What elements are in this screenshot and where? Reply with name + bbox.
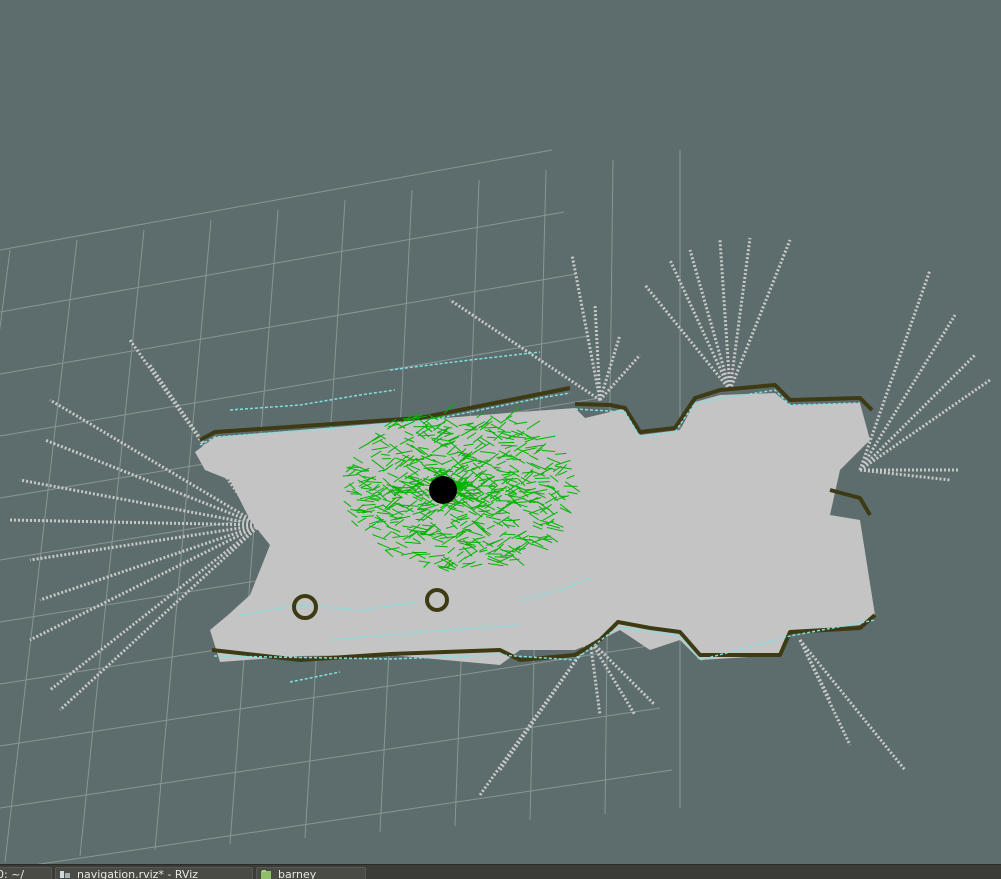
map-canvas[interactable] (0, 0, 1001, 864)
taskbar-item-terminal[interactable]: 0: ~/ (0, 867, 52, 879)
taskbar-item-rviz-label: navigation.rviz* - RViz (77, 868, 198, 879)
grid-line (0, 708, 660, 808)
laser-ray (590, 640, 600, 715)
particle-arrow (487, 437, 496, 438)
grid-line (0, 274, 576, 374)
particle-arrow (495, 557, 508, 558)
particle-arrow (498, 432, 511, 433)
laser-ray (50, 525, 260, 690)
laser-ray (20, 480, 260, 525)
laser-ray (690, 250, 730, 390)
laser-ray (595, 305, 600, 400)
laser-ray (860, 380, 990, 470)
particle-arrow (512, 459, 521, 460)
taskbar: 0: ~/ navigation.rviz* - RViz barney (0, 864, 1001, 879)
laser-ray (670, 260, 730, 390)
free-space-map (195, 393, 875, 665)
particle-arrow (484, 427, 497, 428)
particle-arrow (538, 482, 550, 483)
particle-arrow (360, 471, 369, 472)
taskbar-item-rviz[interactable]: navigation.rviz* - RViz (55, 867, 253, 879)
taskbar-item-files-label: barney (278, 868, 316, 879)
particle-arrow (538, 539, 551, 540)
laser-ray (730, 240, 790, 390)
laser-ray (600, 355, 640, 400)
grid-line (0, 212, 564, 312)
grid-line (0, 250, 10, 864)
rviz-3d-view[interactable] (0, 0, 1001, 864)
taskbar-item-terminal-label: 0: ~/ (0, 868, 24, 879)
grid-line (5, 240, 77, 862)
laser-ray (720, 240, 730, 390)
particle-arrow (463, 499, 479, 500)
laser-ray (860, 355, 975, 470)
laser-ray (10, 520, 260, 525)
folder-icon (261, 869, 272, 878)
grid-line (155, 220, 211, 850)
taskbar-item-files[interactable]: barney (256, 867, 366, 879)
grid-line (0, 770, 672, 864)
particle-arrow (348, 467, 361, 468)
laser-ray (30, 525, 260, 560)
laser-ray (645, 285, 730, 390)
robot-base[interactable] (429, 476, 457, 504)
rviz-icon (60, 869, 71, 878)
laser-ray (40, 525, 260, 600)
laser-ray (800, 640, 905, 770)
laser-ray (860, 270, 930, 470)
grid-line (80, 230, 144, 856)
laser-ray (800, 640, 830, 700)
